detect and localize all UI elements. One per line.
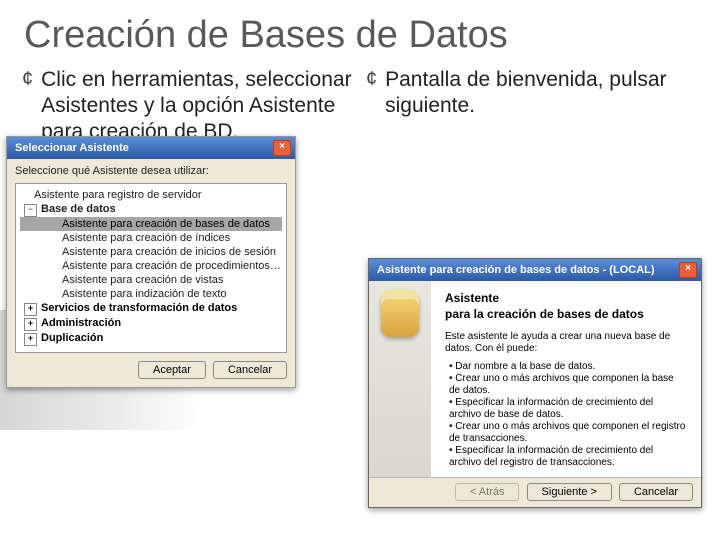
close-icon[interactable]: × — [679, 262, 697, 278]
tree-item[interactable]: Asistente para creación de vistas — [20, 273, 282, 287]
slide-title: Creación de Bases de Datos — [0, 0, 720, 67]
tree-node-closed[interactable]: +Duplicación — [20, 331, 282, 346]
bullet-mark: ¢ — [364, 67, 377, 91]
database-icon — [381, 293, 419, 337]
ok-button[interactable]: Aceptar — [138, 361, 206, 379]
cancel-button[interactable]: Cancelar — [213, 361, 287, 379]
list-item: Crear uno o más archivos que componen el… — [449, 421, 687, 445]
cancel-button[interactable]: Cancelar — [619, 483, 693, 501]
dialog-title: Seleccionar Asistente — [15, 142, 129, 154]
wizard-description: Este asistente le ayuda a crear una nuev… — [445, 331, 687, 355]
list-item: Dar nombre a la base de datos. — [449, 361, 687, 373]
bullet-mark: ¢ — [20, 67, 33, 91]
wizard-subheading: para la creación de bases de datos — [445, 307, 687, 321]
wizard-sidebar — [369, 281, 431, 477]
back-button: < Atrás — [455, 483, 520, 501]
dialog-title: Asistente para creación de bases de dato… — [377, 264, 655, 276]
tree-item[interactable]: Asistente para creación de índices — [20, 231, 282, 245]
bullet-left: Clic en herramientas, seleccionar Asiste… — [41, 67, 356, 145]
wizard-tree[interactable]: Asistente para registro de servidor −Bas… — [15, 183, 287, 353]
next-button[interactable]: Siguiente > — [527, 483, 612, 501]
tree-item[interactable]: Asistente para creación de inicios de se… — [20, 245, 282, 259]
close-icon[interactable]: × — [273, 140, 291, 156]
tree-item[interactable]: Asistente para registro de servidor — [20, 188, 282, 202]
create-db-wizard-dialog: Asistente para creación de bases de dato… — [368, 258, 702, 508]
tree-item-selected[interactable]: Asistente para creación de bases de dato… — [20, 217, 282, 231]
wizard-capabilities: Dar nombre a la base de datos. Crear uno… — [445, 361, 687, 469]
dialog-instruction: Seleccione qué Asistente desea utilizar: — [7, 159, 295, 183]
select-wizard-dialog: Seleccionar Asistente × Seleccione qué A… — [6, 136, 296, 388]
list-item: Especificar la información de crecimient… — [449, 397, 687, 421]
tree-node-closed[interactable]: +Servicios de transformación de datos — [20, 301, 282, 316]
tree-node-open[interactable]: −Base de datos — [20, 202, 282, 217]
tree-item[interactable]: Asistente para creación de procedimiento… — [20, 259, 282, 273]
tree-item[interactable]: Asistente para indización de texto — [20, 287, 282, 301]
tree-node-closed[interactable]: +Administración — [20, 316, 282, 331]
list-item: Especificar la información de crecimient… — [449, 445, 687, 469]
wizard-heading: Asistente — [445, 291, 687, 305]
bullet-right: Pantalla de bienvenida, pulsar siguiente… — [385, 67, 700, 119]
list-item: Crear uno o más archivos que componen la… — [449, 373, 687, 397]
